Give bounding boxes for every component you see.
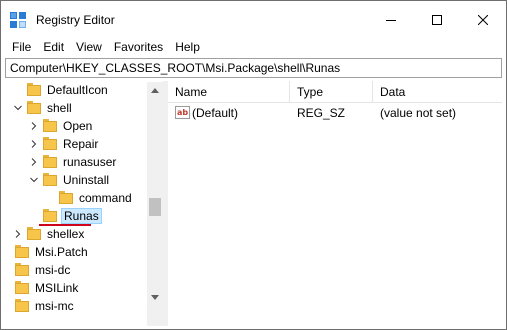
folder-icon <box>59 191 73 204</box>
menu-file[interactable]: File <box>6 39 37 57</box>
scrollbar-thumb[interactable] <box>149 198 161 216</box>
tree-item-label: Uninstall <box>63 173 110 187</box>
string-value-icon: ab <box>175 106 190 119</box>
registry-editor-window: Registry Editor File Edit View Favorites… <box>0 0 507 330</box>
close-icon <box>478 15 488 25</box>
tree-item-label: shell <box>47 101 72 115</box>
tree-item-label: DefaultIcon <box>47 83 108 97</box>
column-header-type[interactable]: Type <box>290 81 373 103</box>
maximize-icon <box>432 15 442 25</box>
tree-item-label: shellex <box>47 227 85 241</box>
value-type: REG_SZ <box>297 106 346 120</box>
chevron-down-icon[interactable] <box>12 99 24 117</box>
folder-icon <box>15 263 29 276</box>
value-data: (value not set) <box>380 106 457 120</box>
folder-icon <box>43 173 57 186</box>
tree-item-msi-mc[interactable]: msi-mc <box>5 297 76 315</box>
values-list-pane[interactable]: Name Type Data ab (Default) REG_SZ (valu… <box>168 81 502 326</box>
tree-item-label: runasuser <box>63 155 117 169</box>
tree-item-runasuser[interactable]: runasuser <box>21 153 118 171</box>
folder-icon <box>43 119 57 132</box>
chevron-right-icon[interactable] <box>12 225 24 243</box>
tree-item-msi-dc[interactable]: msi-dc <box>5 261 72 279</box>
tree-item-msi-patch[interactable]: Msi.Patch <box>5 243 90 261</box>
menu-view[interactable]: View <box>70 39 108 57</box>
folder-icon <box>43 137 57 150</box>
folder-icon <box>15 299 29 312</box>
tree-item-label: Msi.Patch <box>35 245 88 259</box>
tree-item-msilink[interactable]: MSILink <box>5 279 80 297</box>
menu-bar: File Edit View Favorites Help <box>1 39 506 57</box>
tree-item-repair[interactable]: Repair <box>21 135 100 153</box>
scroll-down-icon[interactable] <box>147 289 163 305</box>
chevron-right-icon[interactable] <box>28 117 40 135</box>
tree-item-label: msi-dc <box>35 263 71 277</box>
folder-icon <box>27 101 41 114</box>
folder-icon <box>27 227 41 240</box>
list-header: Name Type Data <box>168 81 502 103</box>
title-bar[interactable]: Registry Editor <box>1 1 506 39</box>
tree-item-uninstall[interactable]: Uninstall <box>21 171 111 189</box>
folder-icon <box>15 245 29 258</box>
tree-item-label: msi-mc <box>35 299 74 313</box>
chevron-right-icon[interactable] <box>28 153 40 171</box>
menu-favorites[interactable]: Favorites <box>108 39 169 57</box>
tree-item-label: Open <box>63 119 93 133</box>
column-header-name[interactable]: Name <box>168 81 290 103</box>
tree-item-label-selected: Runas <box>61 208 102 224</box>
tree-item-label: MSILink <box>35 281 79 295</box>
chevron-right-icon[interactable] <box>28 135 40 153</box>
tree-item-shellex[interactable]: shellex <box>5 225 86 243</box>
close-button[interactable] <box>460 1 506 39</box>
tree-item-command[interactable]: command <box>37 189 134 207</box>
tree-item-open[interactable]: Open <box>21 117 94 135</box>
chevron-down-icon[interactable] <box>28 171 40 189</box>
scroll-up-icon[interactable] <box>147 82 163 98</box>
minimize-icon <box>386 20 396 21</box>
folder-icon <box>43 209 57 222</box>
menu-help[interactable]: Help <box>169 39 206 57</box>
folder-icon <box>27 83 41 96</box>
tree-item-defaulticon[interactable]: DefaultIcon <box>5 82 110 99</box>
tree-vertical-scrollbar[interactable] <box>147 82 163 326</box>
tree-item-label: Repair <box>63 137 99 151</box>
registry-editor-icon <box>10 12 26 28</box>
list-row[interactable]: ab (Default) REG_SZ (value not set) <box>168 103 502 123</box>
folder-icon <box>43 155 57 168</box>
key-tree-pane[interactable]: DefaultIcon shell Open Repair runasuser … <box>5 81 163 326</box>
minimize-button[interactable] <box>368 1 414 39</box>
window-title: Registry Editor <box>36 13 115 27</box>
address-bar[interactable]: Computer\HKEY_CLASSES_ROOT\Msi.Package\s… <box>5 58 502 78</box>
folder-icon <box>15 281 29 294</box>
menu-edit[interactable]: Edit <box>37 39 70 57</box>
tree-item-runas[interactable]: Runas <box>21 207 102 225</box>
tree-item-label: command <box>79 191 132 205</box>
column-header-data[interactable]: Data <box>373 81 502 103</box>
maximize-button[interactable] <box>414 1 460 39</box>
value-name: (Default) <box>192 106 239 120</box>
tree-item-shell[interactable]: shell <box>5 99 74 117</box>
